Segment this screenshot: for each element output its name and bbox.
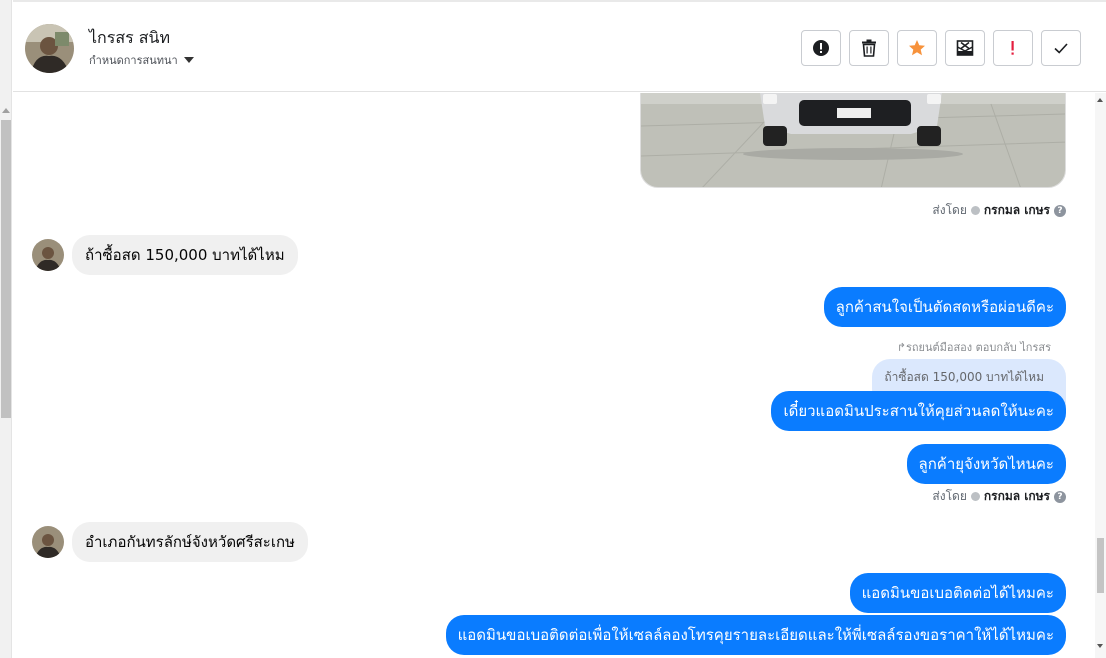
reply-arrow-icon: ↱ xyxy=(896,341,906,354)
sent-by-name: กรกมล เกษร xyxy=(983,489,1050,503)
messenger-inbox: ไกรสร สนิท กำหนดการสนทนา ส่งโดย กรกมล เก… xyxy=(0,0,1106,658)
conversation-header: ไกรสร สนิท กำหนดการสนทนา xyxy=(13,0,1106,92)
sent-by-label: ส่งโดย กรกมล เกษร ? xyxy=(932,201,1066,220)
incoming-message[interactable]: อำเภอกันทรลักษ์จังหวัดศรีสะเกษ xyxy=(72,522,308,562)
sent-by-prefix: ส่งโดย xyxy=(932,203,967,217)
scroll-down-icon[interactable] xyxy=(1097,644,1103,648)
left-scrollbar[interactable] xyxy=(0,0,12,658)
contact-avatar-small[interactable] xyxy=(32,526,64,558)
exclamation-circle-icon xyxy=(813,40,829,56)
sent-by-name: กรกมล เกษร xyxy=(983,203,1050,217)
mark-unread-button[interactable] xyxy=(945,30,985,66)
incoming-message[interactable]: ถ้าซื้อสด 150,000 บาทได้ไหม xyxy=(72,235,298,275)
outgoing-message[interactable]: ลูกค้ายุจังหวัดไหนคะ xyxy=(906,444,1066,484)
reply-context: ↱รถยนต์มือสอง ตอบกลับ ไกรสร xyxy=(897,338,1051,356)
outgoing-message[interactable]: เดี๋ยวแอดมินประสานให้คุยส่วนลดให้นะคะ xyxy=(771,391,1066,431)
trash-icon xyxy=(862,39,876,57)
scrollbar-thumb[interactable] xyxy=(1,120,11,418)
conversation-label-text: กำหนดการสนทนา xyxy=(89,54,178,67)
message-thread[interactable]: ส่งโดย กรกมล เกษร ? ถ้าซื้อสด 150,000 บา… xyxy=(13,93,1095,658)
scroll-up-icon[interactable] xyxy=(1097,98,1103,102)
delete-button[interactable] xyxy=(849,30,889,66)
follow-up-button[interactable] xyxy=(993,30,1033,66)
scroll-up-arrow-icon[interactable] xyxy=(2,108,10,113)
exclamation-icon xyxy=(1011,41,1014,55)
chevron-down-icon xyxy=(183,57,194,63)
contact-name: ไกรสร สนิท xyxy=(89,28,171,47)
mark-done-button[interactable] xyxy=(1041,30,1081,66)
mail-x-icon xyxy=(956,40,974,56)
car-photo-attachment[interactable] xyxy=(640,93,1066,188)
outgoing-message[interactable]: แอดมินขอเบอติดต่อเพื่อให้เซลล์ลองโทรคุยร… xyxy=(445,615,1066,655)
contact-avatar[interactable] xyxy=(25,24,74,73)
help-icon[interactable]: ? xyxy=(1054,490,1066,503)
outgoing-message[interactable]: แอดมินขอเบอติดต่อได้ไหมคะ xyxy=(849,573,1066,613)
sent-by-prefix: ส่งโดย xyxy=(932,489,967,503)
star-button[interactable] xyxy=(897,30,937,66)
reply-meta-text: รถยนต์มือสอง ตอบกลับ ไกรสร xyxy=(905,341,1051,354)
help-icon[interactable]: ? xyxy=(1054,204,1066,217)
page-icon xyxy=(970,492,980,501)
thread-scrollbar-thumb[interactable] xyxy=(1097,538,1104,593)
conversation-toolbar xyxy=(801,30,1081,66)
contact-avatar-small[interactable] xyxy=(32,239,64,271)
thread-scrollbar[interactable] xyxy=(1095,93,1106,658)
check-icon xyxy=(1054,43,1068,54)
sent-by-label: ส่งโดย กรกมล เกษร ? xyxy=(932,487,1066,506)
page-icon xyxy=(970,206,980,215)
conversation-label-dropdown[interactable]: กำหนดการสนทนา xyxy=(89,51,194,69)
mark-spam-button[interactable] xyxy=(801,30,841,66)
outgoing-message[interactable]: ลูกค้าสนใจเป็นตัดสดหรือผ่อนดีคะ xyxy=(823,287,1066,327)
star-icon xyxy=(909,40,925,56)
